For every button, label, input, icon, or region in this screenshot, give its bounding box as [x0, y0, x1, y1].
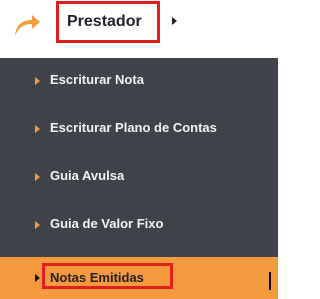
menu-item-label: Escriturar Nota — [50, 72, 144, 87]
menu-item-guia-de-valor-fixo[interactable]: Guia de Valor Fixo — [0, 202, 278, 250]
menu-item-label: Guia Avulsa — [50, 168, 125, 183]
redo-arrow-icon — [15, 15, 40, 36]
submenu-caret-icon — [172, 17, 177, 25]
prestador-menu-title[interactable]: Prestador — [67, 12, 142, 32]
menu-header: Prestador — [0, 0, 281, 50]
menu-item-escriturar-plano-de-contas[interactable]: Escriturar Plano de Contas — [0, 106, 278, 154]
menu-bullet-icon — [35, 274, 40, 282]
text-cursor-indicator — [269, 272, 271, 290]
menu-bullet-icon — [35, 125, 40, 133]
notas-emitidas-highlight-box — [42, 263, 173, 289]
menu-item-escriturar-nota[interactable]: Escriturar Nota — [0, 58, 278, 106]
menu-item-guia-avulsa[interactable]: Guia Avulsa — [0, 154, 278, 202]
menu-item-label: Guia de Valor Fixo — [50, 216, 164, 231]
menu-bullet-icon — [35, 77, 40, 85]
menu-item-label: Escriturar Plano de Contas — [50, 120, 217, 135]
menu-bullet-icon — [35, 221, 40, 229]
menu-bullet-icon — [35, 173, 40, 181]
